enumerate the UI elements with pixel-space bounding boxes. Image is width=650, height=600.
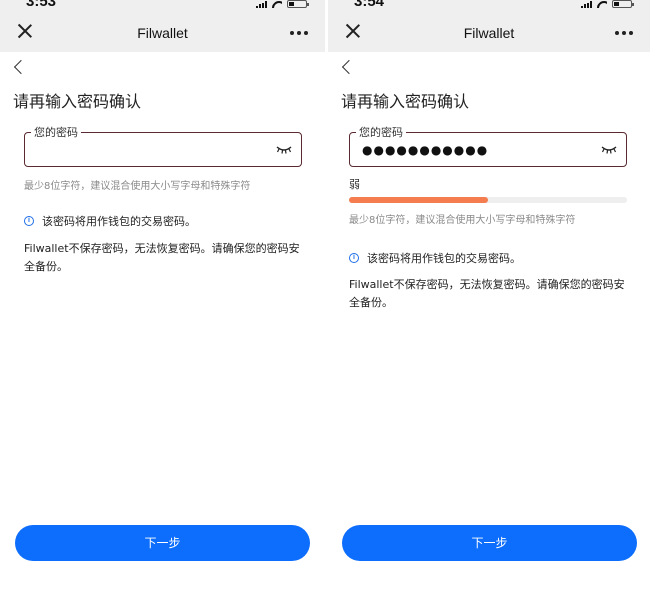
info-row: i 该密码将用作钱包的交易密码。 [24, 213, 196, 229]
status-bar: 3:54 [328, 0, 650, 14]
password-hint: 最少8位字符，建议混合使用大小写字母和特殊字符 [24, 181, 251, 192]
next-button[interactable]: 下一步 [342, 525, 637, 561]
page-title: 请再输入密码确认 [341, 92, 470, 111]
back-chevron-icon[interactable] [341, 60, 355, 74]
status-bar: 3:53 [0, 0, 325, 14]
info-icon: i [349, 253, 359, 263]
password-field[interactable]: 您的密码 ●●●●●●●●●●● [349, 124, 627, 167]
eye-closed-icon[interactable] [601, 145, 617, 154]
screen-before: 3:53 Filwallet 请再输入密码确认 您的密码 最少8位字符，建议混合… [0, 0, 325, 600]
battery-icon [612, 0, 634, 8]
signal-icon [256, 0, 267, 8]
status-icons [256, 0, 309, 8]
nav-bar: Filwallet [0, 14, 325, 52]
signal-icon [581, 0, 592, 8]
status-time: 3:54 [354, 0, 385, 10]
nav-bar: Filwallet [328, 14, 650, 52]
page-title: 请再输入密码确认 [13, 92, 142, 111]
eye-closed-icon[interactable] [276, 145, 292, 154]
backup-note: Filwallet不保存密码，无法恢复密码。请确保您的密码安全备份。 [349, 278, 625, 309]
strength-label: 弱 [349, 178, 360, 191]
info-icon: i [24, 216, 34, 226]
back-chevron-icon[interactable] [13, 60, 27, 74]
battery-icon [287, 0, 309, 8]
nav-title: Filwallet [463, 25, 515, 41]
more-icon[interactable] [615, 31, 633, 35]
password-field[interactable]: 您的密码 [24, 124, 302, 167]
next-button[interactable]: 下一步 [15, 525, 310, 561]
wifi-icon [272, 1, 282, 8]
info-text: 该密码将用作钱包的交易密码。 [367, 252, 521, 265]
screen-after: 3:54 Filwallet 请再输入密码确认 您的密码 ●●●●●●●●●●● [328, 0, 650, 600]
info-text: 该密码将用作钱包的交易密码。 [42, 215, 196, 228]
password-hint: 最少8位字符，建议混合使用大小写字母和特殊字符 [349, 215, 576, 226]
status-time: 3:53 [26, 0, 57, 10]
info-row: i 该密码将用作钱包的交易密码。 [349, 250, 521, 266]
strength-meter-fill [349, 197, 488, 203]
more-icon[interactable] [290, 31, 308, 35]
password-field-label: 您的密码 [31, 124, 81, 140]
backup-note: Filwallet不保存密码，无法恢复密码。请确保您的密码安全备份。 [24, 242, 300, 273]
password-field-label: 您的密码 [356, 124, 406, 140]
wifi-icon [597, 1, 607, 8]
password-value: ●●●●●●●●●●● [362, 143, 489, 157]
status-icons [581, 0, 634, 8]
nav-title: Filwallet [137, 25, 188, 41]
comparison-view: 3:53 Filwallet 请再输入密码确认 您的密码 最少8位字符，建议混合… [0, 0, 650, 600]
strength-meter [349, 197, 627, 203]
